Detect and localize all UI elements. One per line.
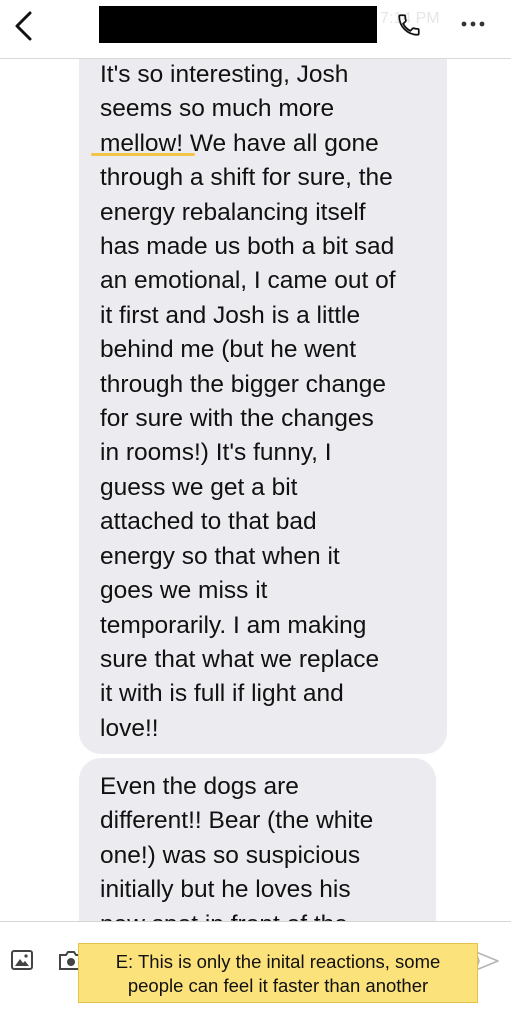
conversation-header: 7:14 PM <box>0 0 511 59</box>
message-bubble: It's so interesting, Josh seems so much … <box>79 52 447 754</box>
gallery-icon <box>11 950 33 970</box>
phone-icon <box>398 14 420 36</box>
call-button[interactable] <box>396 12 422 38</box>
redacted-contact-name <box>99 6 377 43</box>
message-text: It's so interesting, Josh seems so much … <box>100 61 396 742</box>
more-icon <box>461 21 485 27</box>
back-button[interactable] <box>10 9 38 43</box>
highlight-underline <box>91 153 195 156</box>
message-text: Even the dogs are different!! Bear (the … <box>100 773 374 938</box>
more-options-button[interactable] <box>456 12 490 32</box>
annotation-note: E: This is only the inital reactions, so… <box>78 943 478 1003</box>
gallery-button[interactable] <box>10 948 34 972</box>
chevron-left-icon <box>15 11 32 41</box>
